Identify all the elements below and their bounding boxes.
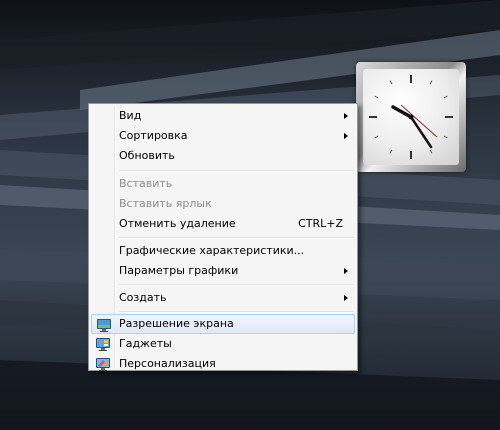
gadgets-icon (96, 338, 110, 351)
menu-item-label: Обновить (119, 149, 175, 162)
menu-item-label: Вид (119, 109, 142, 122)
menu-item-paste-shortcut[interactable]: Вставить ярлык (91, 194, 355, 214)
menu-item-label: Разрешение экрана (119, 317, 234, 330)
menu-separator (119, 311, 353, 313)
menu-item-shortcut: CTRL+Z (298, 217, 343, 230)
menu-item-new[interactable]: Создать (91, 288, 355, 308)
menu-item-label: Графические характеристики... (119, 244, 305, 257)
menu-item-graphics-properties[interactable]: Графические характеристики... (91, 241, 355, 261)
menu-item-label: Параметры графики (119, 264, 239, 277)
menu-item-label: Персонализация (119, 357, 216, 370)
menu-item-refresh[interactable]: Обновить (91, 146, 355, 166)
menu-item-undo-delete[interactable]: Отменить удаление CTRL+Z (91, 214, 355, 234)
menu-item-label: Сортировка (119, 129, 188, 142)
menu-separator (119, 284, 353, 286)
menu-separator (119, 237, 353, 239)
submenu-arrow-icon (344, 113, 348, 119)
menu-item-personalize[interactable]: Персонализация (91, 354, 355, 374)
menu-item-label: Гаджеты (119, 337, 172, 350)
submenu-arrow-icon (344, 133, 348, 139)
menu-item-label: Вставить (119, 177, 173, 190)
menu-item-screen-resolution[interactable]: Разрешение экрана (91, 314, 355, 334)
menu-item-paste[interactable]: Вставить (91, 174, 355, 194)
menu-item-label: Вставить ярлык (119, 197, 212, 210)
submenu-arrow-icon (344, 295, 348, 301)
menu-item-graphics-options[interactable]: Параметры графики (91, 261, 355, 281)
clock-hands-icon (369, 75, 453, 159)
menu-item-sort[interactable]: Сортировка (91, 126, 355, 146)
desktop-context-menu: Вид Сортировка Обновить Вставить Вставит… (88, 103, 358, 371)
submenu-arrow-icon (344, 268, 348, 274)
personalize-icon (96, 358, 110, 371)
menu-item-gadgets[interactable]: Гаджеты (91, 334, 355, 354)
monitor-icon (97, 319, 111, 332)
clock-gadget[interactable] (356, 62, 466, 172)
menu-separator (119, 170, 353, 172)
menu-item-label: Создать (119, 291, 167, 304)
menu-item-view[interactable]: Вид (91, 106, 355, 126)
menu-item-label: Отменить удаление (119, 217, 236, 230)
